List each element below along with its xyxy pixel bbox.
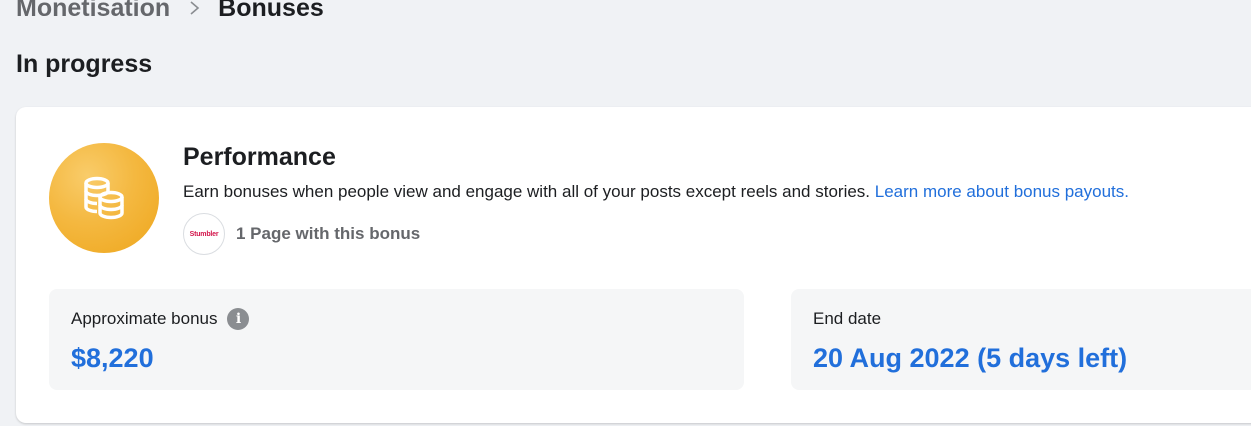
breadcrumb-current: Bonuses — [218, 0, 324, 22]
learn-more-link[interactable]: Learn more about bonus payouts. — [875, 182, 1129, 201]
approximate-bonus-label-row: Approximate bonus i — [71, 308, 250, 330]
info-icon[interactable]: i — [227, 308, 250, 330]
end-date-value: 20 Aug 2022 (5 days left) — [813, 343, 1128, 373]
approximate-bonus-label: Approximate bonus — [71, 309, 218, 328]
page-avatar[interactable]: Stumbler — [183, 213, 225, 255]
section-title: In progress — [16, 50, 153, 78]
approximate-bonus-box: Approximate bonus i $8,220 — [49, 289, 744, 390]
breadcrumb: Monetisation Bonuses — [16, 0, 324, 24]
end-date-box: End date 20 Aug 2022 (5 days left) — [791, 289, 1251, 390]
coin-stack-glyph — [84, 176, 124, 220]
card-description-text: Earn bonuses when people view and engage… — [183, 182, 871, 201]
bonus-card: Performance Earn bonuses when people vie… — [16, 107, 1251, 423]
breadcrumb-monetisation-link[interactable]: Monetisation — [16, 0, 170, 24]
card-description: Earn bonuses when people view and engage… — [183, 181, 1129, 203]
chevron-right-icon — [190, 1, 200, 15]
card-title: Performance — [183, 143, 336, 171]
page-count-label[interactable]: 1 Page with this bonus — [236, 224, 420, 244]
page-row[interactable]: Stumbler 1 Page with this bonus — [183, 213, 420, 255]
end-date-label: End date — [813, 309, 882, 328]
page-avatar-logo: Stumbler — [189, 230, 219, 238]
coin-stack-icon — [49, 143, 159, 253]
approximate-bonus-value: $8,220 — [71, 343, 154, 373]
